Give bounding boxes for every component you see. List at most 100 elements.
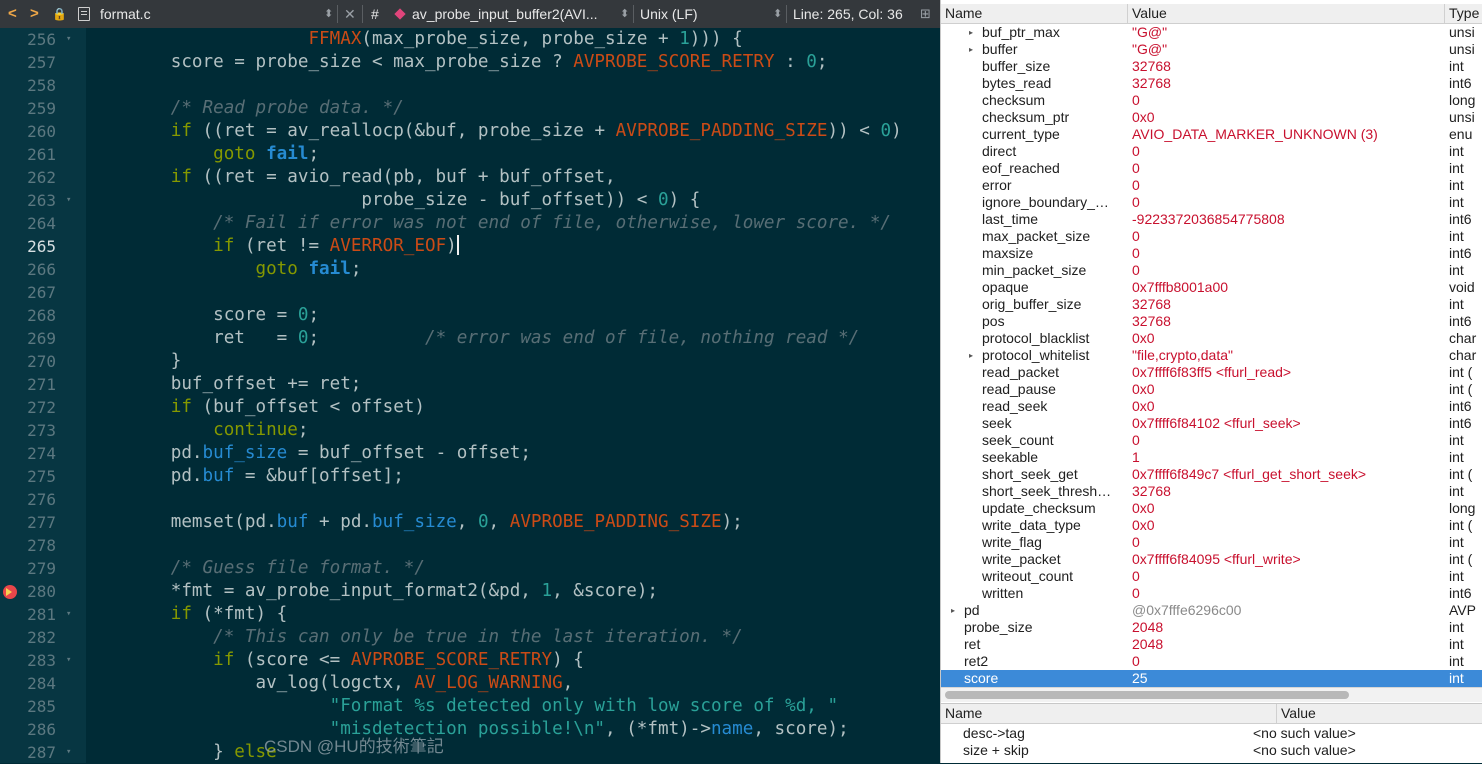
locals-row[interactable]: seekable 1 int xyxy=(941,449,1482,466)
locals-row[interactable]: read_pause 0x0 int ( xyxy=(941,381,1482,398)
line-number[interactable]: 270 xyxy=(0,350,86,373)
forward-arrow-icon[interactable]: > xyxy=(30,0,39,28)
fold-toggle-icon[interactable]: ▾ xyxy=(66,28,71,51)
line-number[interactable]: 286 xyxy=(0,718,86,741)
locals-row[interactable]: read_seek 0x0 int6 xyxy=(941,398,1482,415)
locals-row[interactable]: score 25 int xyxy=(941,670,1482,687)
file-selector-arrows-icon[interactable]: ⬍ xyxy=(324,0,333,28)
code-editor[interactable]: < > 🔒 format.c ⬍ ✕ # av_probe_input_buff… xyxy=(0,0,940,763)
line-number[interactable]: 263 ▾ xyxy=(0,189,86,212)
line-number[interactable]: 256 ▾ xyxy=(0,28,86,51)
code-line[interactable]: score = 0; xyxy=(86,304,940,327)
code-line[interactable]: /* Guess file format. */ xyxy=(86,557,940,580)
code-line[interactable]: score = probe_size < max_probe_size ? AV… xyxy=(86,51,940,74)
back-arrow-icon[interactable]: < xyxy=(8,0,17,28)
locals-row[interactable]: write_data_type 0x0 int ( xyxy=(941,517,1482,534)
line-number[interactable]: 269 xyxy=(0,327,86,350)
locals-row[interactable]: ret 2048 int xyxy=(941,636,1482,653)
code-line[interactable]: if (*fmt) { xyxy=(86,603,940,626)
code-line[interactable] xyxy=(86,74,940,97)
breakpoint-arrow-icon[interactable] xyxy=(3,585,17,599)
code-line[interactable]: pd.buf = &buf[offset]; xyxy=(86,465,940,488)
line-number[interactable]: 264 xyxy=(0,212,86,235)
function-selector-arrows-icon[interactable]: ⬍ xyxy=(620,0,629,28)
locals-row[interactable]: read_packet 0x7ffff6f83ff5 <ffurl_read> in… xyxy=(941,364,1482,381)
line-ending-arrows-icon[interactable]: ⬍ xyxy=(773,0,782,28)
line-number[interactable]: 259 xyxy=(0,97,86,120)
line-number-gutter[interactable]: 256 ▾ 257 258 259 260 261 262 263 ▾ 264 265 266 267 26… xyxy=(0,28,86,763)
function-selector[interactable]: av_probe_input_buffer2(AVI... xyxy=(412,0,598,28)
locals-row[interactable]: eof_reached 0 int xyxy=(941,160,1482,177)
code-line[interactable] xyxy=(86,488,940,511)
code-line[interactable]: if ((ret = av_reallocp(&buf, probe_size … xyxy=(86,120,940,143)
locals-row[interactable]: last_time -9223372036854775808 int6 xyxy=(941,211,1482,228)
code-line[interactable]: if (buf_offset < offset) xyxy=(86,396,940,419)
cursor-position-label[interactable]: Line: 265, Col: 36 xyxy=(793,0,903,28)
locals-row[interactable]: ▸ buffer "G@" unsi xyxy=(941,41,1482,58)
line-number[interactable]: 261 xyxy=(0,143,86,166)
expand-arrow-icon[interactable]: ▸ xyxy=(966,347,976,364)
line-number[interactable]: 262 xyxy=(0,166,86,189)
code-line[interactable]: if (score <= AVPROBE_SCORE_RETRY) { xyxy=(86,649,940,672)
locals-row[interactable]: protocol_blacklist 0x0 char xyxy=(941,330,1482,347)
locals-row[interactable]: ▸ protocol_whitelist "file,crypto,data" cha… xyxy=(941,347,1482,364)
expand-arrow-icon[interactable]: ▸ xyxy=(948,602,958,619)
locals-row[interactable]: probe_size 2048 int xyxy=(941,619,1482,636)
line-number[interactable]: 257 xyxy=(0,51,86,74)
code-line[interactable] xyxy=(86,281,940,304)
code-line[interactable]: pd.buf_size = buf_offset - offset; xyxy=(86,442,940,465)
locals-row[interactable]: error 0 int xyxy=(941,177,1482,194)
locals-row[interactable]: short_seek_get 0x7ffff6f849c7 <ffurl_get_… xyxy=(941,466,1482,483)
code-line[interactable] xyxy=(86,534,940,557)
line-number[interactable]: 266 xyxy=(0,258,86,281)
expressions-header-name[interactable]: Name xyxy=(941,704,1277,723)
line-number[interactable]: 271 xyxy=(0,373,86,396)
code-line[interactable]: "misdetection possible!\n", (*fmt)->name… xyxy=(86,718,940,741)
locals-row[interactable]: writeout_count 0 int xyxy=(941,568,1482,585)
expressions-header-value[interactable]: Value xyxy=(1277,704,1482,723)
line-number[interactable]: 276 xyxy=(0,488,86,511)
line-number[interactable]: 273 xyxy=(0,419,86,442)
line-number[interactable]: 275 xyxy=(0,465,86,488)
code-line[interactable]: buf_offset += ret; xyxy=(86,373,940,396)
locals-header-type[interactable]: Type xyxy=(1445,4,1482,23)
code-line[interactable]: if ((ret = avio_read(pb, buf + buf_offse… xyxy=(86,166,940,189)
fold-toggle-icon[interactable]: ▾ xyxy=(66,603,71,626)
code-line[interactable]: /* Read probe data. */ xyxy=(86,97,940,120)
line-number[interactable]: 260 xyxy=(0,120,86,143)
locals-row[interactable]: ▸ pd @0x7fffe6296c00 AVP xyxy=(941,602,1482,619)
fold-toggle-icon[interactable]: ▾ xyxy=(66,649,71,672)
code-line[interactable]: } xyxy=(86,350,940,373)
locals-row[interactable]: direct 0 int xyxy=(941,143,1482,160)
locals-row[interactable]: seek_count 0 int xyxy=(941,432,1482,449)
locals-row[interactable]: pos 32768 int6 xyxy=(941,313,1482,330)
locals-row[interactable]: write_flag 0 int xyxy=(941,534,1482,551)
code-line[interactable]: *fmt = av_probe_input_format2(&pd, 1, &s… xyxy=(86,580,940,603)
line-number[interactable]: 268 xyxy=(0,304,86,327)
file-name-label[interactable]: format.c xyxy=(100,0,151,28)
line-number[interactable]: 267 xyxy=(0,281,86,304)
locals-row[interactable]: seek 0x7ffff6f84102 <ffurl_seek> int6 xyxy=(941,415,1482,432)
locals-header-name[interactable]: Name xyxy=(941,4,1128,23)
locals-row[interactable]: orig_buffer_size 32768 int xyxy=(941,296,1482,313)
line-number[interactable]: 272 xyxy=(0,396,86,419)
locals-row[interactable]: buffer_size 32768 int xyxy=(941,58,1482,75)
line-number[interactable]: 287 ▾ xyxy=(0,741,86,763)
scrollbar-thumb[interactable] xyxy=(945,691,1349,699)
locals-row[interactable]: update_checksum 0x0 long xyxy=(941,500,1482,517)
split-view-icon[interactable]: ⊞ xyxy=(920,0,931,28)
code-line[interactable]: goto fail; xyxy=(86,258,940,281)
code-line[interactable]: av_log(logctx, AV_LOG_WARNING, xyxy=(86,672,940,695)
code-line[interactable]: if (ret != AVERROR_EOF) xyxy=(86,235,940,258)
locals-row[interactable]: checksum 0 long xyxy=(941,92,1482,109)
line-number[interactable]: 283 ▾ xyxy=(0,649,86,672)
line-number[interactable]: 265 xyxy=(0,235,86,258)
line-number[interactable]: 278 xyxy=(0,534,86,557)
line-ending-selector[interactable]: Unix (LF) xyxy=(640,0,698,28)
locals-row[interactable]: maxsize 0 int6 xyxy=(941,245,1482,262)
locals-row[interactable]: ignore_boundary_… 0 int xyxy=(941,194,1482,211)
code-line[interactable]: /* Fail if error was not end of file, ot… xyxy=(86,212,940,235)
line-number[interactable]: 280 xyxy=(0,580,86,603)
locals-header-value[interactable]: Value xyxy=(1128,4,1445,23)
code-line[interactable]: memset(pd.buf + pd.buf_size, 0, AVPROBE_… xyxy=(86,511,940,534)
